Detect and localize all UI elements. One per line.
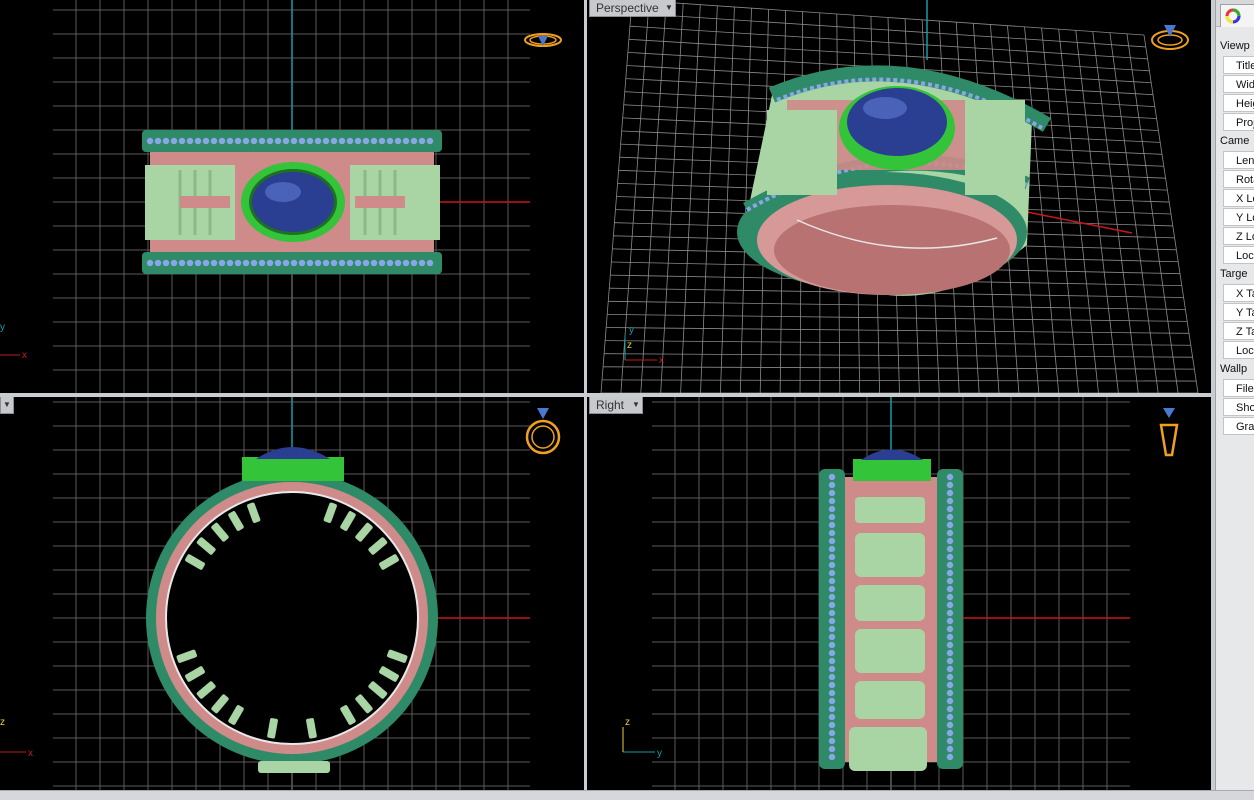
ring-model[interactable] — [146, 447, 438, 773]
gemstone — [252, 172, 334, 232]
gemstone — [861, 450, 923, 461]
front-viewport[interactable]: x z ▼ — [0, 397, 584, 790]
y-axis-label: y — [657, 748, 662, 759]
panel-property-row[interactable]: Loc — [1223, 246, 1254, 264]
panel-tabbar — [1216, 0, 1254, 27]
z-axis-label: z — [625, 717, 630, 728]
right-viewport[interactable]: y z Right ▼ — [587, 397, 1211, 790]
bezel — [242, 457, 344, 481]
viewport-title-right[interactable]: Right — [589, 397, 631, 414]
viewport-menu-dropdown[interactable]: ▼ — [630, 397, 643, 414]
panel-property-row[interactable]: Z Lo — [1223, 227, 1254, 245]
front-view-scene: x z — [0, 397, 584, 790]
panel-property-row[interactable]: Gray — [1223, 417, 1254, 435]
top-view-scene: x y — [0, 0, 584, 393]
y-axis-label: y — [629, 325, 634, 336]
gemstone — [256, 447, 330, 459]
properties-panel: ViewpTitleWidHeigProjCameLenRotaX LoY Lo… — [1215, 0, 1254, 790]
viewport-menu-dropdown[interactable]: ▼ — [0, 397, 14, 414]
y-axis-label: y — [0, 322, 5, 333]
x-axis-label: x — [659, 355, 664, 366]
panel-property-row[interactable]: X Ta — [1223, 284, 1254, 302]
panel-section-header[interactable]: Came — [1220, 132, 1254, 150]
panel-property-row[interactable]: Sho — [1223, 398, 1254, 416]
panel-property-row[interactable]: Filen — [1223, 379, 1254, 397]
viewport-title-perspective[interactable]: Perspective — [589, 0, 666, 17]
panel-property-row[interactable]: Y Lo — [1223, 208, 1254, 226]
panel-section-header[interactable]: Targe — [1220, 265, 1254, 283]
ring-inner-hole — [166, 492, 418, 744]
panel-section-header[interactable]: Viewp — [1220, 37, 1254, 55]
panel-property-row[interactable]: Title — [1223, 56, 1254, 74]
ring-navigator-icon[interactable] — [522, 28, 564, 52]
panel-property-row[interactable]: Wid — [1223, 75, 1254, 93]
panel-property-row[interactable]: Loc — [1223, 341, 1254, 359]
right-view-scene: y z — [587, 397, 1211, 790]
gemstone — [847, 88, 947, 156]
ring-navigator-icon[interactable] — [522, 405, 564, 459]
x-axis-label: x — [28, 748, 33, 759]
bezel — [853, 459, 931, 481]
panel-property-row[interactable]: Proj — [1223, 113, 1254, 131]
ring-model[interactable] — [737, 73, 1047, 296]
panel-property-row[interactable]: Heig — [1223, 94, 1254, 112]
panel-property-row[interactable]: Z Ta — [1223, 322, 1254, 340]
ring-model[interactable] — [142, 130, 442, 274]
perspective-scene: x y z — [587, 0, 1211, 393]
panel-property-row[interactable]: Rota — [1223, 170, 1254, 188]
z-axis-label: z — [0, 717, 5, 728]
engraved-characters — [849, 497, 927, 771]
panel-property-row[interactable]: Len — [1223, 151, 1254, 169]
top-viewport[interactable]: x y — [0, 0, 584, 393]
panel-property-row[interactable]: Y Ta — [1223, 303, 1254, 321]
panel-property-row[interactable]: X Lo — [1223, 189, 1254, 207]
color-wheel-icon — [1225, 8, 1241, 24]
properties-tab[interactable] — [1220, 4, 1254, 27]
perspective-viewport[interactable]: x y z Perspective ▼ — [587, 0, 1211, 393]
ring-model[interactable] — [819, 450, 963, 772]
viewport-menu-dropdown[interactable]: ▼ — [663, 0, 676, 17]
ring-navigator-icon[interactable] — [1155, 405, 1183, 459]
ring-navigator-icon[interactable] — [1149, 20, 1191, 52]
z-axis-label: z — [627, 340, 632, 351]
panel-section-header[interactable]: Wallp — [1220, 360, 1254, 378]
x-axis-label: x — [22, 350, 27, 361]
